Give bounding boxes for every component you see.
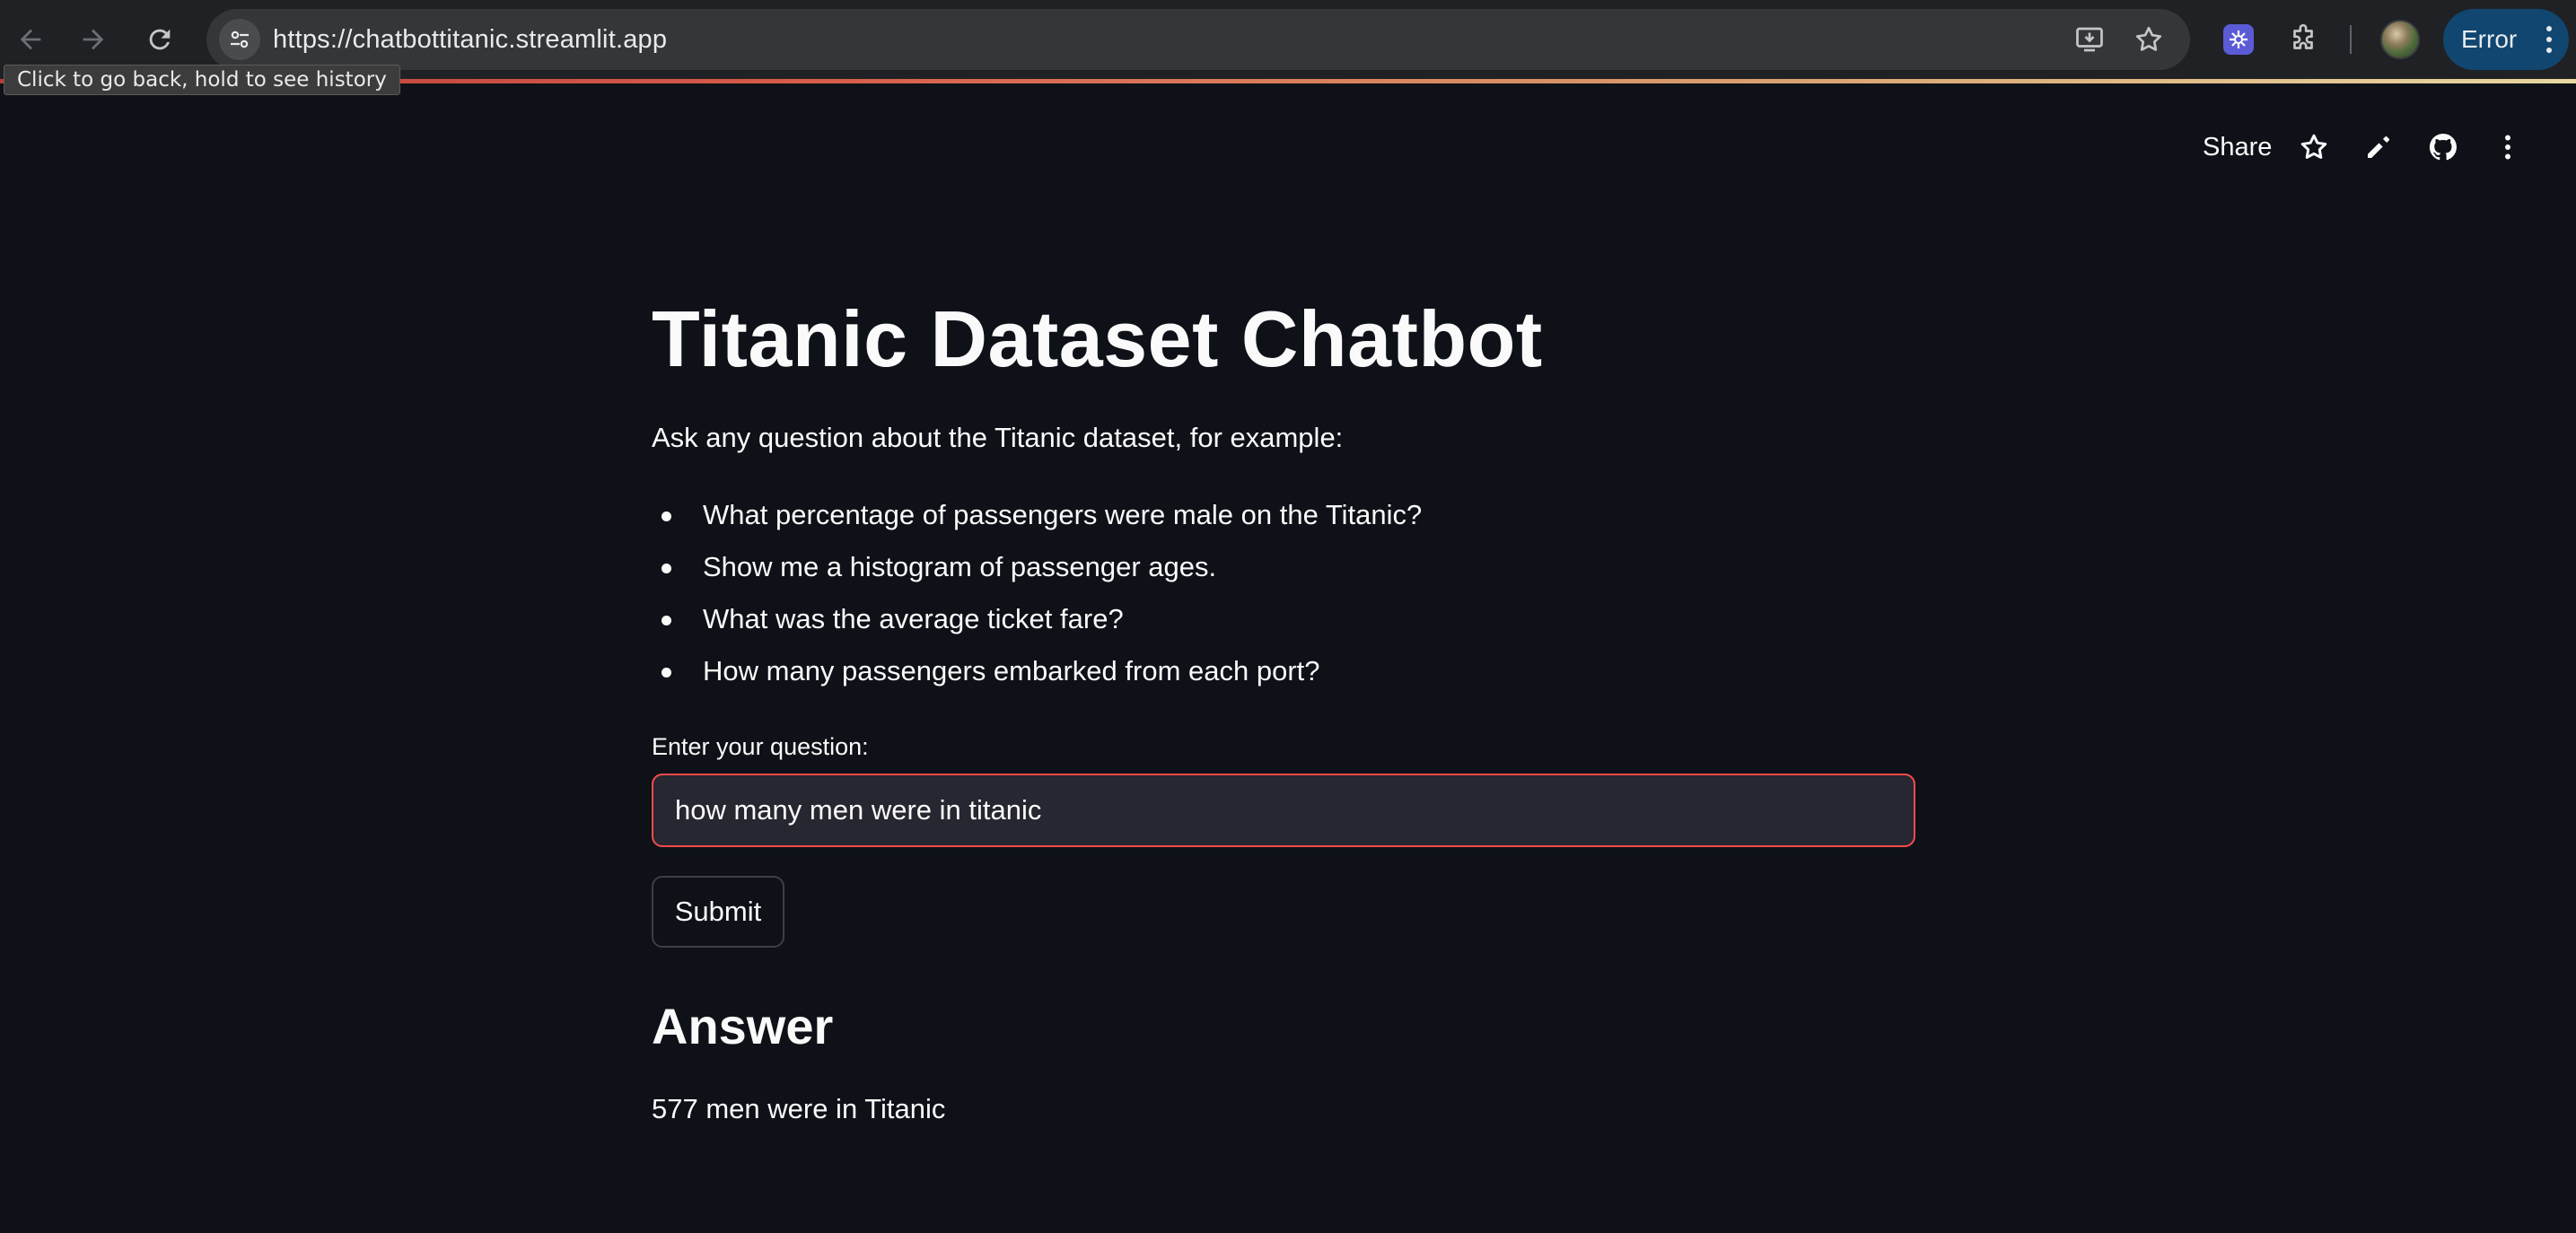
reload-button[interactable]: [140, 20, 180, 59]
install-app-icon: [2076, 27, 2103, 52]
url-text[interactable]: https://chatbottitanic.streamlit.app: [273, 9, 667, 70]
list-item: What was the average ticket fare?: [652, 599, 1422, 651]
install-app-button[interactable]: [2072, 22, 2107, 57]
favorite-app-button[interactable]: [2294, 127, 2334, 167]
forward-arrow-icon: [83, 29, 104, 50]
edit-app-button[interactable]: [2359, 127, 2398, 167]
profile-error-label: Error: [2461, 25, 2518, 53]
intro-text: Ask any question about the Titanic datas…: [652, 422, 1344, 453]
answer-text: 577 men were in Titanic: [652, 1093, 946, 1124]
question-label: Enter your question:: [652, 733, 869, 760]
extension-button[interactable]: [2219, 20, 2258, 59]
list-item: Show me a histogram of passenger ages.: [652, 547, 1422, 599]
back-button[interactable]: [11, 20, 50, 59]
address-bar[interactable]: https://chatbottitanic.streamlit.app: [206, 9, 2190, 70]
extensions-menu-button[interactable]: [2283, 20, 2323, 59]
avatar[interactable]: [2380, 20, 2420, 59]
site-settings-icon: [231, 31, 249, 48]
share-button[interactable]: Share: [2203, 129, 2272, 165]
github-button[interactable]: [2423, 127, 2463, 167]
profile-error-button[interactable]: Error: [2443, 9, 2569, 70]
submit-button[interactable]: Submit: [652, 876, 784, 948]
reload-icon: [149, 29, 171, 50]
puzzle-extensions-icon: [2293, 23, 2313, 49]
bookmark-button[interactable]: [2131, 22, 2167, 57]
back-button-tooltip: Click to go back, hold to see history: [4, 65, 400, 95]
list-item: How many passengers embarked from each p…: [652, 651, 1422, 704]
kebab-menu-icon: [2505, 135, 2510, 160]
list-item: What percentage of passengers were male …: [652, 495, 1422, 547]
extension-icon: [2223, 24, 2254, 55]
bookmark-star-icon: [2135, 26, 2162, 51]
question-input[interactable]: [652, 774, 1915, 847]
toolbar-divider: [2350, 25, 2352, 54]
example-questions-list: What percentage of passengers were male …: [652, 495, 1422, 704]
forward-button[interactable]: [74, 20, 113, 59]
kebab-menu-icon: [2546, 26, 2552, 53]
edit-pencil-icon: [2368, 136, 2389, 158]
star-icon: [2300, 134, 2327, 159]
site-info-button[interactable]: [219, 19, 260, 60]
github-icon: [2429, 133, 2457, 161]
answer-heading: Answer: [652, 998, 834, 1054]
app-menu-button[interactable]: [2488, 127, 2528, 167]
back-arrow-icon: [20, 29, 41, 50]
page-title: Titanic Dataset Chatbot: [652, 294, 1543, 383]
